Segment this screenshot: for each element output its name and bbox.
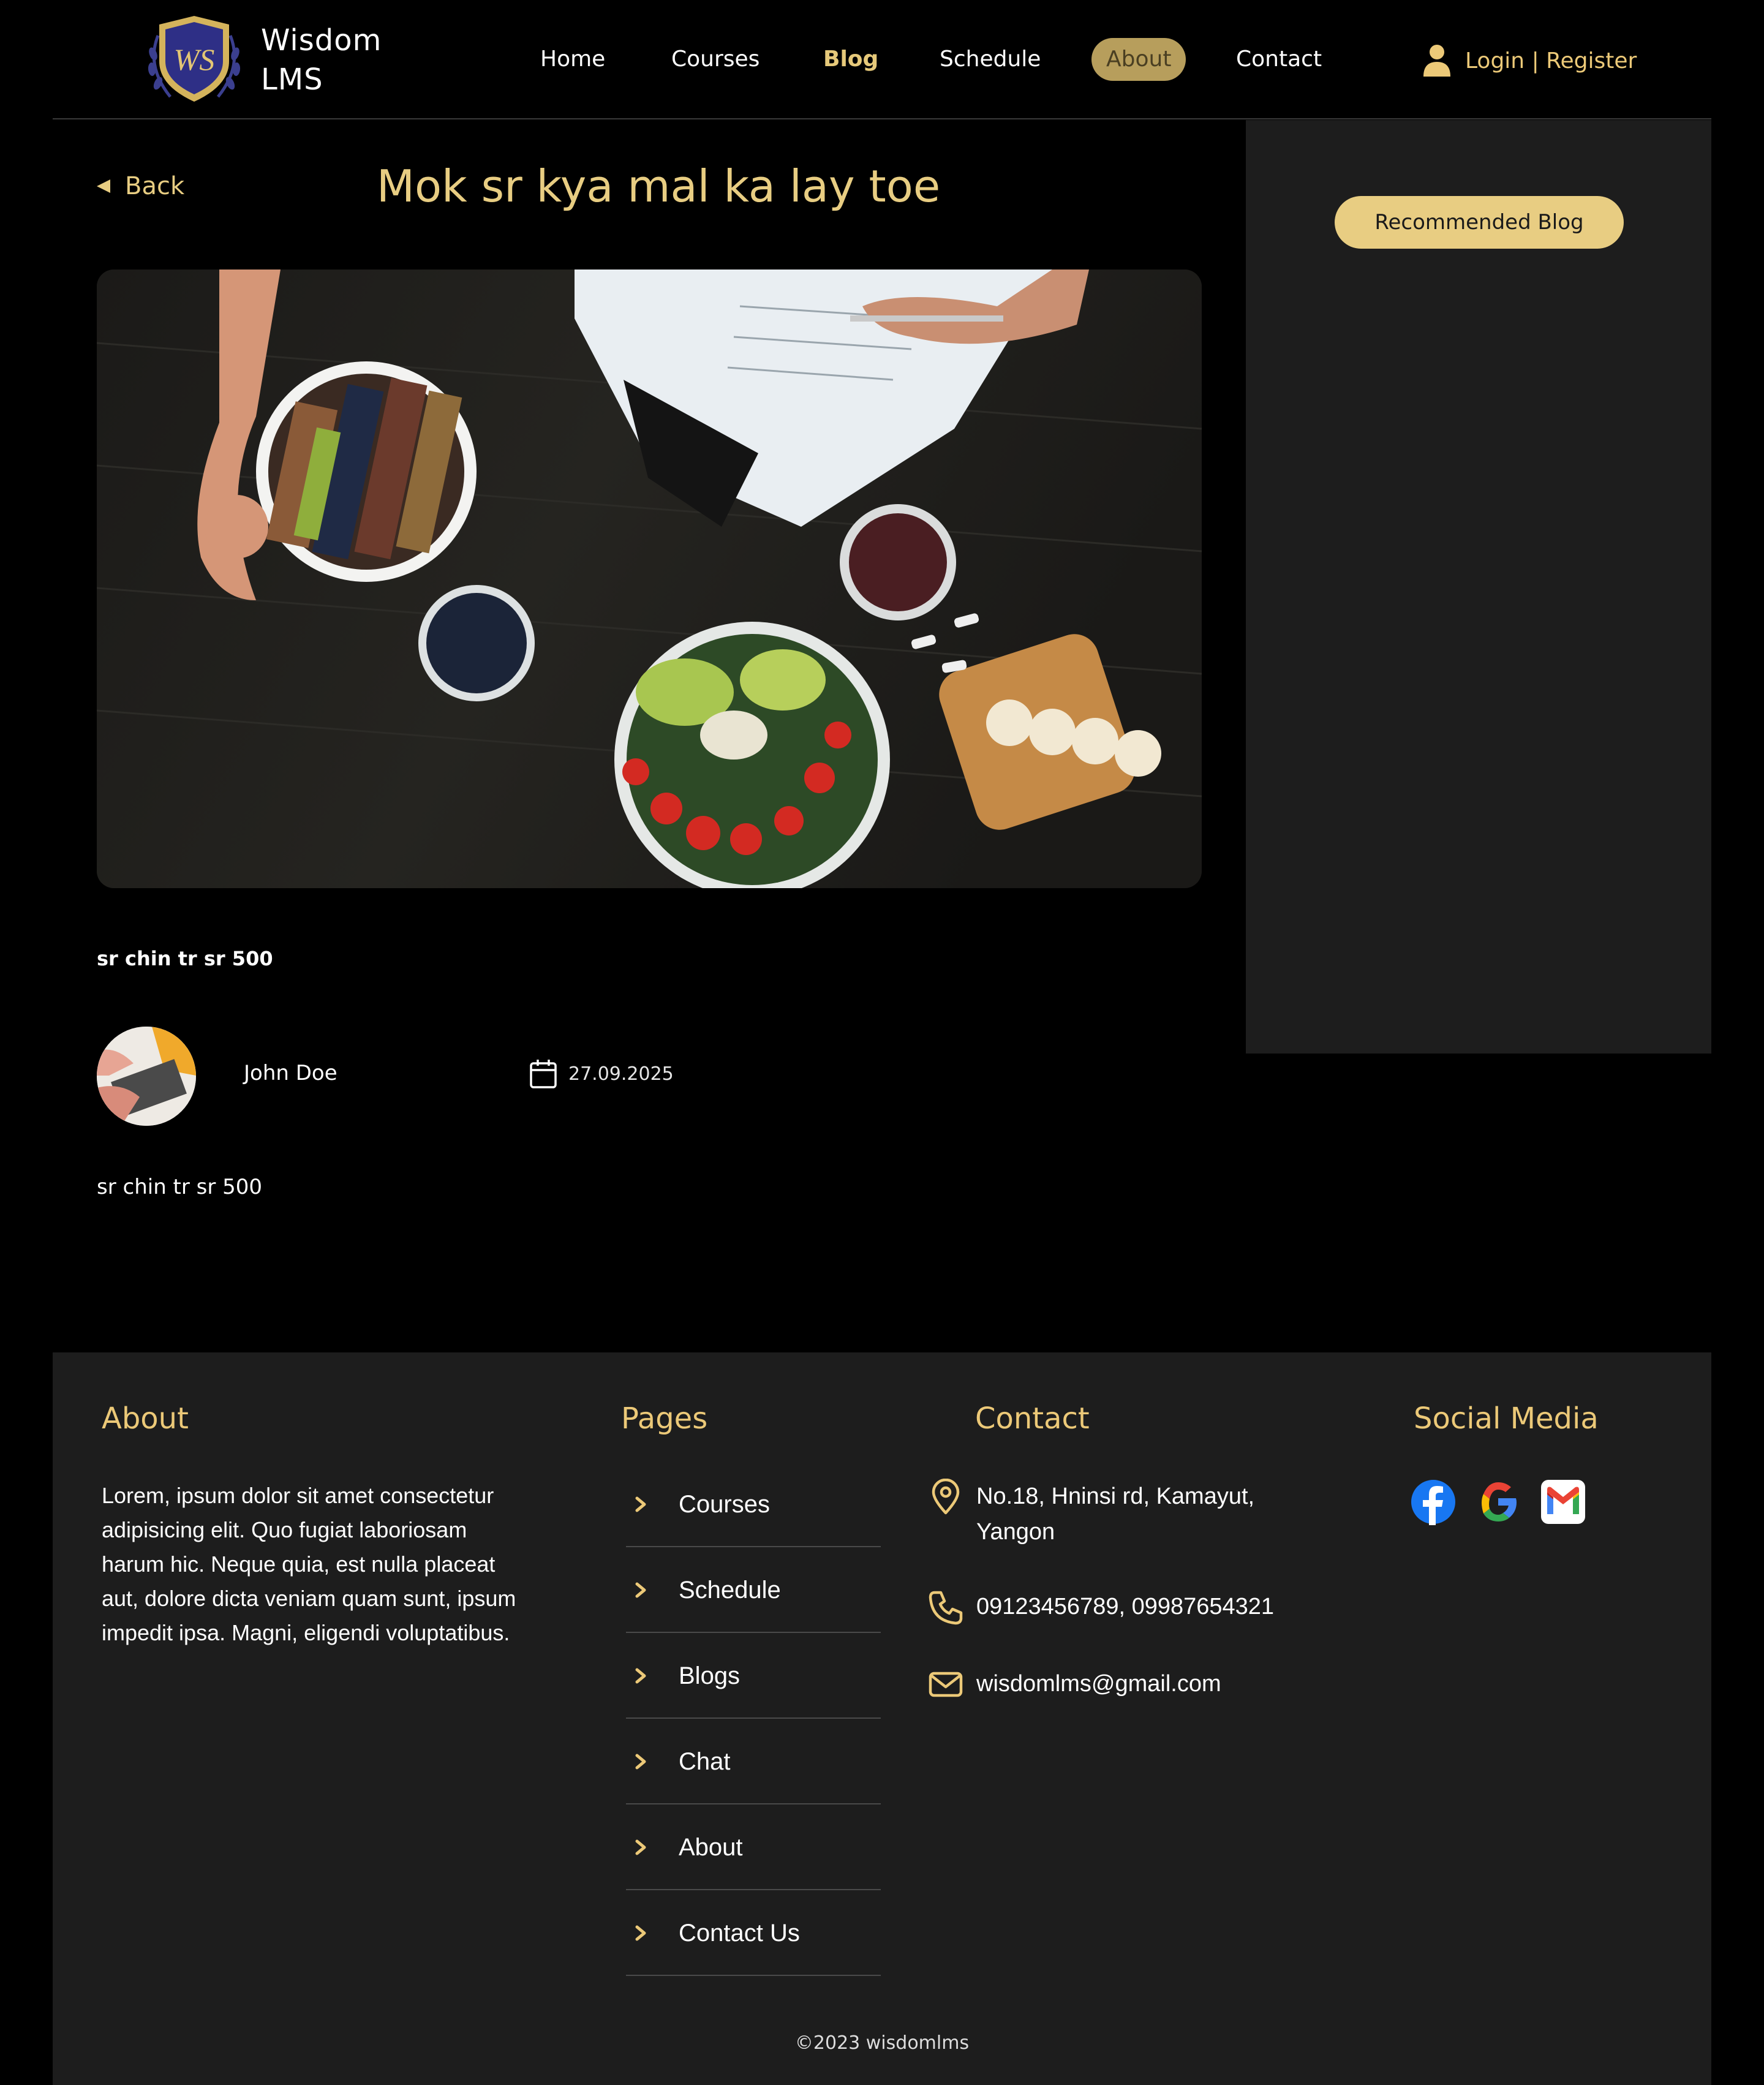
contact-phone: 09123456789, 09987654321 — [927, 1589, 1274, 1626]
phone-icon — [929, 1591, 963, 1625]
author-avatar — [97, 1027, 196, 1126]
footer-link-blogs[interactable]: Blogs — [626, 1634, 881, 1719]
footer-link-label: About — [679, 1833, 743, 1861]
wisdom-lms-logo: WS — [148, 16, 241, 102]
footer-link-chat[interactable]: Chat — [626, 1720, 881, 1804]
site-footer: About Lorem, ipsum dolor sit amet consec… — [53, 1352, 1711, 2085]
email-address: wisdomlms@gmail.com — [976, 1671, 1221, 1697]
nav-contact[interactable]: Contact — [1236, 38, 1322, 81]
brand-line-2: LMS — [261, 62, 323, 97]
login-register-link[interactable]: Login | Register — [1422, 39, 1637, 82]
chevron-right-icon — [635, 1925, 646, 1941]
post-date-label: 27.09.2025 — [568, 1063, 674, 1085]
footer-link-about[interactable]: About — [626, 1806, 881, 1890]
post-title: Mok sr kya mal ka lay toe — [376, 160, 941, 212]
site-header: WS Wisdom LMS Home Courses Blog Schedule… — [0, 0, 1764, 119]
footer-link-courses[interactable]: Courses — [626, 1463, 881, 1547]
contact-email[interactable]: wisdomlms@gmail.com — [927, 1666, 1221, 1703]
address-line-2: Yangon — [976, 1519, 1055, 1545]
location-pin-icon — [932, 1479, 960, 1515]
nav-about[interactable]: About — [1091, 38, 1186, 81]
post-hero-image — [97, 270, 1202, 888]
nav-schedule[interactable]: Schedule — [940, 38, 1041, 81]
copyright: ©2023 wisdomlms — [794, 2032, 970, 2054]
back-arrow-icon — [97, 179, 110, 193]
footer-link-label: Blogs — [679, 1662, 741, 1689]
food-bowls-image — [97, 270, 1202, 888]
gmail-icon[interactable] — [1540, 1479, 1586, 1525]
header-divider — [53, 118, 1711, 119]
mail-icon — [929, 1672, 963, 1697]
footer-contact-heading: Contact — [975, 1401, 1090, 1436]
author-avatar-image — [97, 1027, 196, 1126]
footer-pages-heading: Pages — [621, 1401, 708, 1436]
footer-about-heading: About — [102, 1401, 189, 1436]
brand[interactable]: WS Wisdom LMS — [140, 11, 420, 109]
brand-line-1: Wisdom — [261, 23, 382, 58]
footer-link-label: Contact Us — [679, 1919, 800, 1947]
nav-home[interactable]: Home — [540, 38, 605, 81]
calendar-icon — [530, 1060, 557, 1088]
post-body: sr chin tr sr 500 — [97, 1175, 263, 1199]
contact-address: No.18, Hninsi rd, Kamayut, Yangon — [927, 1479, 1254, 1550]
author-name: John Doe — [244, 1061, 337, 1085]
footer-link-contact-us[interactable]: Contact Us — [626, 1891, 881, 1976]
chevron-right-icon — [635, 1839, 646, 1855]
facebook-icon[interactable] — [1410, 1479, 1457, 1525]
footer-link-label: Schedule — [679, 1576, 781, 1604]
post-meta: John Doe 27.09.2025 — [97, 1027, 832, 1126]
post-date: 27.09.2025 — [529, 1058, 674, 1089]
nav-courses[interactable]: Courses — [671, 38, 760, 81]
chevron-right-icon — [635, 1754, 646, 1770]
address-line-1: No.18, Hninsi rd, Kamayut, — [976, 1484, 1255, 1509]
chevron-right-icon — [635, 1582, 646, 1598]
user-icon — [1423, 45, 1450, 77]
footer-about-text: Lorem, ipsum dolor sit amet consectetur … — [102, 1483, 516, 1645]
login-register-label: Login | Register — [1465, 48, 1637, 74]
recommended-blog-button[interactable]: Recommended Blog — [1335, 196, 1624, 249]
nav-blog[interactable]: Blog — [823, 38, 878, 81]
footer-pages-list: Courses Schedule Blogs Chat About Contac… — [626, 1463, 881, 1977]
phone-numbers: 09123456789, 09987654321 — [976, 1594, 1275, 1619]
svg-text:WS: WS — [174, 42, 215, 77]
footer-link-schedule[interactable]: Schedule — [626, 1548, 881, 1633]
sidebar: Recommended Blog — [1246, 120, 1711, 1054]
chevron-right-icon — [635, 1496, 646, 1512]
back-button[interactable]: Back — [97, 167, 184, 206]
footer-social-heading: Social Media — [1414, 1401, 1599, 1436]
post-subtitle: sr chin tr sr 500 — [97, 947, 273, 970]
google-icon[interactable] — [1475, 1479, 1521, 1525]
footer-link-label: Courses — [679, 1490, 770, 1518]
brand-name: Wisdom LMS — [261, 21, 420, 99]
back-label: Back — [125, 172, 185, 200]
social-links — [1410, 1479, 1605, 1525]
chevron-right-icon — [635, 1668, 646, 1684]
footer-link-label: Chat — [679, 1748, 731, 1775]
